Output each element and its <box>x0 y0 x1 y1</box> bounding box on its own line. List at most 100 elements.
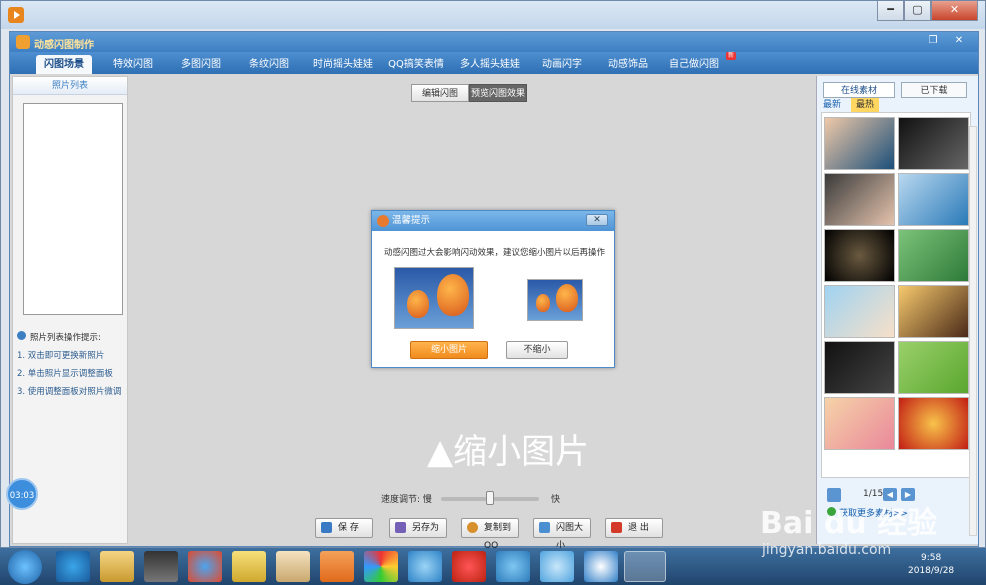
photo-list-header: 照片列表 <box>13 77 127 95</box>
save-as-label: 另存为 <box>412 523 440 533</box>
notes-icon[interactable] <box>232 551 266 582</box>
tips-title-text: 照片列表操作提示: <box>30 333 101 343</box>
tab-scene[interactable]: 闪图场景 <box>36 55 92 74</box>
save-label: 保 存 <box>338 523 359 533</box>
close-button[interactable]: ✕ <box>931 1 978 21</box>
browser-icon[interactable] <box>408 551 442 582</box>
material-thumbnail[interactable] <box>824 397 895 450</box>
clock-time: 9:58 <box>920 553 942 563</box>
tab-bobblehead[interactable]: 时尚摇头娃娃 <box>306 55 380 74</box>
tab-qq-emoji[interactable]: QQ搞笑表情 <box>382 55 450 74</box>
original-image-preview <box>394 267 474 329</box>
chat-icon[interactable] <box>496 551 530 582</box>
maximize-button[interactable]: ▢ <box>904 1 931 21</box>
dialog-logo-icon <box>377 215 389 227</box>
tab-diy[interactable]: 自己做闪图 新 <box>662 52 736 74</box>
qq-icon <box>467 522 478 533</box>
paint-icon[interactable] <box>276 551 310 582</box>
material-thumbnail[interactable] <box>824 117 895 170</box>
recording-timer[interactable]: 03:03 <box>6 478 38 510</box>
material-thumbnail[interactable] <box>824 229 895 282</box>
segment-preview[interactable]: 预览闪图效果 <box>469 84 527 102</box>
tip-item: 1. 双击即可更换新照片 <box>17 351 105 361</box>
tab-ornament[interactable]: 动感饰品 <box>596 55 660 74</box>
cloud-icon[interactable] <box>540 551 574 582</box>
explorer-icon[interactable] <box>100 551 134 582</box>
category-hot[interactable]: 最热 <box>851 98 879 112</box>
outer-titlebar: ━ ▢ ✕ <box>1 1 985 29</box>
tab-diy-label: 自己做闪图 <box>669 59 719 70</box>
tab-multi-bobble[interactable]: 多人摇头娃娃 <box>452 55 528 74</box>
ie-icon[interactable] <box>56 551 90 582</box>
material-thumbnail[interactable] <box>898 285 969 338</box>
system-clock[interactable]: 9:58 2018/9/28 <box>908 552 954 578</box>
tip-item: 2. 单击照片显示调整面板 <box>17 369 113 379</box>
material-thumbnail[interactable] <box>898 229 969 282</box>
app-titlebar: 动感闪图制作 ❐ ✕ <box>10 32 978 52</box>
media-player-icon[interactable] <box>320 551 354 582</box>
app-close-button[interactable]: ✕ <box>948 34 970 48</box>
app-logo-icon <box>16 35 30 49</box>
balloon <box>407 290 429 318</box>
size-label: 闪图大小 <box>556 523 584 551</box>
shrink-image-button[interactable]: 缩小图片 <box>410 341 488 359</box>
exit-button[interactable]: 退 出 <box>605 518 663 538</box>
tab-multi[interactable]: 多图闪图 <box>168 55 234 74</box>
copy-to-qq-button[interactable]: 复制到QQ <box>461 518 519 551</box>
watermark-url: jingyan.baidu.com <box>762 542 892 558</box>
photo-list[interactable] <box>23 103 123 315</box>
segment-edit[interactable]: 编辑闪图 <box>411 84 469 102</box>
copy-to-qq-label: 复制到QQ <box>484 523 512 551</box>
material-thumbnail[interactable] <box>824 173 895 226</box>
speed-slider-thumb[interactable] <box>486 491 494 505</box>
app-title: 动感闪图制作 <box>34 40 94 51</box>
material-thumbnail[interactable] <box>898 341 969 394</box>
materials-panel: 在线素材 已下载 最新 最热 1/15 ◀ ▶ 获取更多素材>> <box>816 76 978 544</box>
warning-dialog: 温馨提示 ✕ 动感闪图过大会影响闪动效果，建议您缩小图片以后再操作 缩小图片 不… <box>371 210 615 368</box>
dialog-close-button[interactable]: ✕ <box>586 214 608 226</box>
material-thumbnail[interactable] <box>898 397 969 450</box>
pinwheel-icon[interactable] <box>364 551 398 582</box>
exit-icon <box>611 522 622 533</box>
chrome-icon[interactable] <box>188 551 222 582</box>
photo-panel: 照片列表 照片列表操作提示: 1. 双击即可更换新照片 2. 单击照片显示调整面… <box>12 76 128 544</box>
category-latest[interactable]: 最新 <box>823 98 847 112</box>
size-button[interactable]: 闪图大小 <box>533 518 591 551</box>
no-shrink-button[interactable]: 不缩小 <box>506 341 568 359</box>
caption-text: ▲缩小图片 <box>427 432 590 472</box>
speed-slow-label: 速度调节: 慢 <box>381 495 432 505</box>
balloon <box>536 294 550 312</box>
tab-stripe[interactable]: 条纹闪图 <box>236 55 302 74</box>
sogou-icon[interactable] <box>584 551 618 582</box>
restore-button[interactable]: ❐ <box>922 34 944 48</box>
dialog-message: 动感闪图过大会影响闪动效果，建议您缩小图片以后再操作 <box>384 248 606 258</box>
main-tabs: 闪图场景 特效闪图 多图闪图 条纹闪图 时尚摇头娃娃 QQ搞笑表情 多人摇头娃娃… <box>10 52 978 74</box>
tab-online-materials[interactable]: 在线素材 <box>823 82 895 98</box>
material-thumbnail[interactable] <box>824 285 895 338</box>
material-thumbnail[interactable] <box>898 173 969 226</box>
material-thumbnail[interactable] <box>898 117 969 170</box>
materials-scrollbar[interactable] <box>969 126 977 536</box>
watermark-logo: Bai du 经验 <box>760 506 938 541</box>
tab-downloaded[interactable]: 已下载 <box>901 82 967 98</box>
start-button[interactable] <box>8 550 42 584</box>
tab-effects[interactable]: 特效闪图 <box>100 55 166 74</box>
game-icon[interactable] <box>452 551 486 582</box>
app-icon <box>8 7 24 23</box>
tip-item: 3. 使用调整面板对照片微调 <box>17 387 122 397</box>
speed-fast-label: 快 <box>551 495 561 505</box>
save-as-button[interactable]: 另存为 <box>389 518 447 538</box>
speed-label: 速度调节: 慢 <box>381 492 432 505</box>
material-thumbnail[interactable] <box>824 341 895 394</box>
flash-maker-taskbar-icon[interactable] <box>624 551 666 582</box>
minimize-button[interactable]: ━ <box>877 1 904 21</box>
dialog-titlebar: 温馨提示 ✕ <box>372 211 614 231</box>
materials-grid <box>821 112 971 478</box>
disk-icon <box>321 522 332 533</box>
new-badge: 新 <box>725 52 736 60</box>
tab-animated-text[interactable]: 动画闪字 <box>530 55 594 74</box>
video-editor-icon[interactable] <box>144 551 178 582</box>
save-button[interactable]: 保 存 <box>315 518 373 538</box>
photo-tips: 照片列表操作提示: 1. 双击即可更换新照片 2. 单击照片显示调整面板 3. … <box>17 329 127 401</box>
save-as-icon <box>395 522 406 533</box>
